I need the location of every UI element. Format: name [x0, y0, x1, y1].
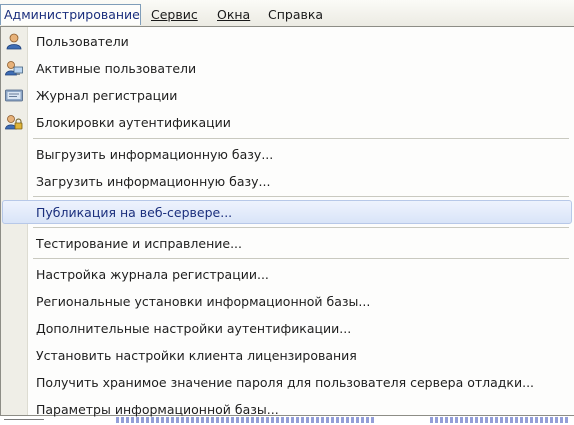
menu-item-extra-auth-settings[interactable]: Дополнительные настройки аутентификации.…: [1, 315, 574, 342]
menu-item-label: Блокировки аутентификации: [36, 115, 231, 130]
menu-item-label: Загрузить информационную базу...: [36, 174, 271, 189]
menu-item-label: Активные пользователи: [36, 61, 197, 76]
menu-item-label: Настройка журнала регистрации...: [36, 267, 269, 282]
user-with-monitor-icon: [5, 60, 23, 77]
menu-item-label: Установить настройки клиента лицензирова…: [36, 348, 357, 363]
menu-windows-label: Окна: [217, 7, 251, 22]
menu-administration[interactable]: Администрирование: [0, 4, 141, 25]
menu-item-debug-server-password[interactable]: Получить хранимое значение пароля для по…: [1, 369, 574, 396]
journal-icon: [5, 87, 23, 104]
menu-item-testing-repair[interactable]: Тестирование и исправление...: [1, 230, 574, 257]
menu-bar: Администрирование Сервис Окна Справка: [0, 0, 574, 27]
menu-item-label: Получить хранимое значение пароля для по…: [36, 375, 535, 390]
menu-item-label: Региональные установки информационной ба…: [36, 294, 371, 309]
menu-item-label: Выгрузить информационную базу...: [36, 147, 274, 162]
menu-separator: [33, 196, 569, 197]
menu-item-upload-infobase[interactable]: Выгрузить информационную базу...: [1, 141, 574, 168]
menu-item-active-users[interactable]: Активные пользователи: [1, 55, 574, 82]
menu-item-license-client-settings[interactable]: Установить настройки клиента лицензирова…: [1, 342, 574, 369]
menu-separator: [33, 258, 569, 259]
menu-item-load-infobase[interactable]: Загрузить информационную базу...: [1, 168, 574, 195]
menu-help[interactable]: Справка: [265, 5, 326, 24]
administration-dropdown: Пользователи Активные пользователи Журна…: [0, 26, 574, 417]
menu-item-auth-locks[interactable]: Блокировки аутентификации: [1, 109, 574, 136]
menu-item-infobase-params[interactable]: Параметры информационной базы...: [1, 396, 574, 423]
menu-item-label: Дополнительные настройки аутентификации.…: [36, 321, 352, 336]
menu-help-label: Справка: [268, 7, 324, 22]
user-with-lock-icon: [5, 114, 23, 131]
menu-item-label: Журнал регистрации: [36, 88, 178, 103]
menu-separator: [33, 227, 569, 228]
menu-item-web-publish[interactable]: Публикация на веб-сервере...: [1, 199, 574, 226]
menu-windows[interactable]: Окна: [214, 5, 253, 24]
menu-item-event-log[interactable]: Журнал регистрации: [1, 82, 574, 109]
menu-service[interactable]: Сервис: [148, 5, 201, 24]
menu-item-users[interactable]: Пользователи: [1, 28, 574, 55]
menu-item-label: Пользователи: [36, 34, 129, 49]
menu-service-label: Сервис: [151, 7, 198, 22]
menu-item-event-log-settings[interactable]: Настройка журнала регистрации...: [1, 261, 574, 288]
menu-item-label: Тестирование и исправление...: [36, 236, 242, 251]
menu-item-label: Публикация на веб-сервере...: [36, 205, 233, 220]
menu-item-label: Параметры информационной базы...: [36, 402, 279, 417]
user-icon: [5, 33, 23, 50]
menu-item-regional-settings[interactable]: Региональные установки информационной ба…: [1, 288, 574, 315]
menu-separator: [33, 138, 569, 139]
